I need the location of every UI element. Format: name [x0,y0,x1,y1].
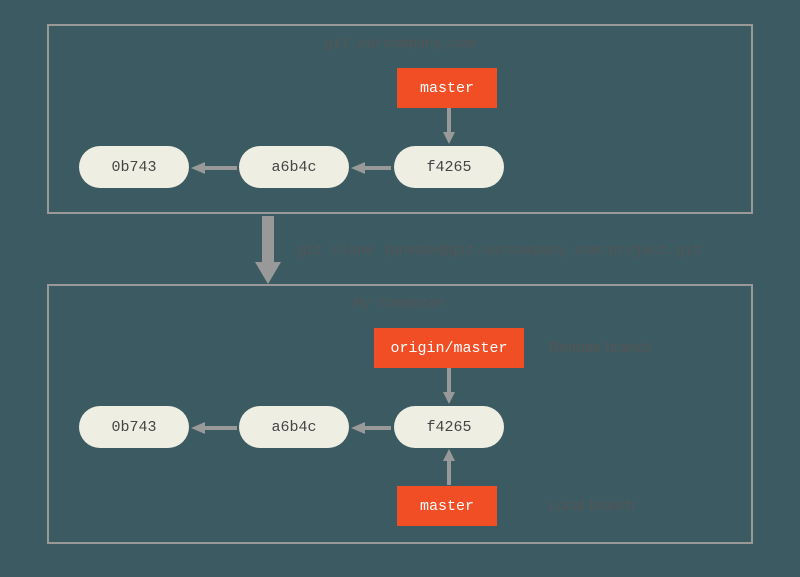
remote-branch-master: master [397,68,497,108]
commit-node: f4265 [394,406,504,448]
local-branch-label: Local branch [549,497,635,514]
arrow-left-icon [191,423,237,433]
commit-node: f4265 [394,146,504,188]
local-branch-master: master [397,486,497,526]
clone-arrow-icon [257,216,279,284]
commit-node: 0b743 [79,406,189,448]
arrow-left-icon [351,423,391,433]
clone-command: git clone janedoe@git.ourcompany.com:pro… [298,243,701,259]
local-container: My Computer origin/master Remote branch … [47,284,753,544]
arrow-up-icon [445,449,453,485]
remote-branch-label: Remote branch [549,339,652,356]
arrow-left-icon [191,163,237,173]
commit-node: a6b4c [239,146,349,188]
commit-node: a6b4c [239,406,349,448]
arrow-down-icon [445,108,453,144]
local-title: My Computer [49,296,751,312]
arrow-left-icon [351,163,391,173]
remote-container: git.ourcompany.com master 0b743 a6b4c f4… [47,24,753,214]
commit-node: 0b743 [79,146,189,188]
local-branch-origin-master: origin/master [374,328,524,368]
arrow-down-icon [445,368,453,404]
remote-title: git.ourcompany.com [49,36,751,52]
